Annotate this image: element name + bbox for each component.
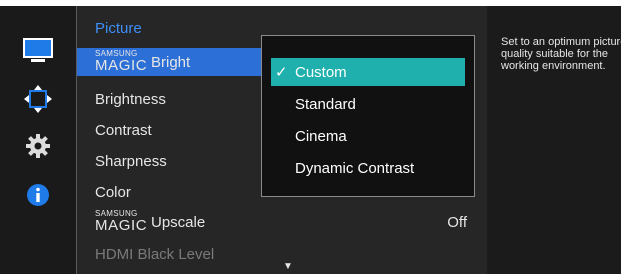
menu-item-value: Off <box>447 214 467 231</box>
osd-window: Picture SAMSUNG MAGIC Bright Brightness … <box>0 6 621 274</box>
menu-item-magic-upscale[interactable]: SAMSUNG MAGIC Upscale Off <box>77 208 487 236</box>
menu-item-hdmi-black-level[interactable]: HDMI Black Level <box>77 240 487 268</box>
option-custom[interactable]: ✓ Custom <box>271 58 465 86</box>
help-text: Set to an optimum picture quality suitab… <box>501 36 621 72</box>
option-cinema[interactable]: Cinema <box>271 122 465 150</box>
samsung-magic-logo: SAMSUNG MAGIC <box>95 209 148 234</box>
help-panel: Set to an optimum picture quality suitab… <box>487 6 621 274</box>
check-icon: ✓ <box>275 64 288 81</box>
menu-item-label: Upscale <box>151 214 206 231</box>
option-label: Custom <box>295 64 347 81</box>
picture-menu: Picture SAMSUNG MAGIC Bright Brightness … <box>76 6 488 274</box>
menu-item-magic-bright[interactable]: SAMSUNG MAGIC Bright <box>77 48 263 76</box>
samsung-magic-logo: SAMSUNG MAGIC <box>95 49 148 74</box>
monitor-icon[interactable] <box>23 36 53 66</box>
sidebar <box>0 6 76 274</box>
option-dynamic-contrast[interactable]: Dynamic Contrast <box>271 154 465 182</box>
option-label: Standard <box>295 96 356 113</box>
magic-bright-dropdown: ✓ Custom Standard Cinema Dynamic Contras… <box>261 35 475 197</box>
menu-item-label: Bright <box>151 54 191 71</box>
menu-title: Picture <box>95 20 142 37</box>
option-standard[interactable]: Standard <box>271 90 465 118</box>
gear-icon[interactable] <box>23 131 53 161</box>
move-arrows-icon[interactable] <box>23 84 53 114</box>
option-label: Cinema <box>295 128 347 145</box>
info-icon[interactable] <box>23 180 53 210</box>
option-label: Dynamic Contrast <box>295 160 415 177</box>
scroll-down-icon[interactable]: ▼ <box>283 261 293 272</box>
